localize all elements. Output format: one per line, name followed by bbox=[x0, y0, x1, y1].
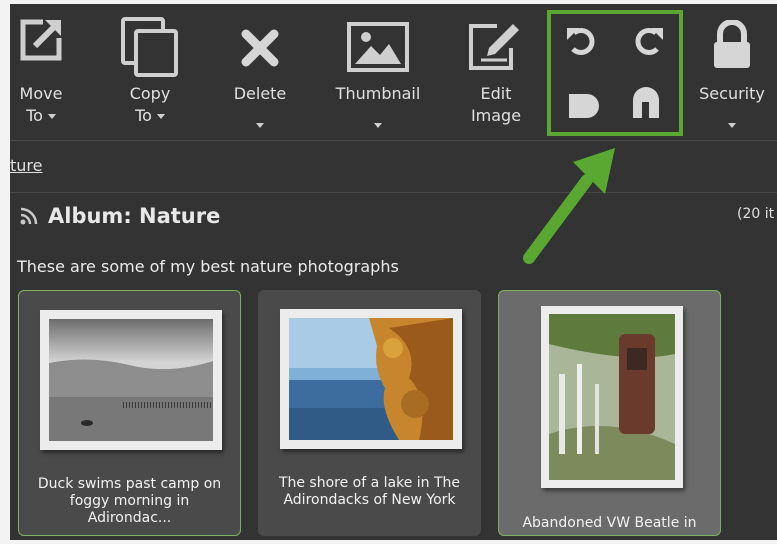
delete-label: Delete bbox=[233, 84, 287, 103]
rss-icon bbox=[20, 207, 38, 225]
rotate-flip-highlight bbox=[547, 10, 683, 136]
photo-thumbnail bbox=[49, 319, 213, 441]
edit-image-label-1: Edit bbox=[480, 84, 512, 103]
chevron-down-icon bbox=[156, 114, 165, 119]
image-icon bbox=[347, 22, 409, 76]
copy-to-label-2: To bbox=[135, 106, 152, 125]
photo-frame bbox=[40, 310, 222, 450]
delete-button[interactable]: Delete bbox=[220, 4, 300, 140]
chevron-down-icon bbox=[47, 114, 56, 119]
chevron-down-icon bbox=[374, 123, 382, 128]
copy-to-button[interactable]: Copy To bbox=[108, 4, 192, 140]
photo-thumbnail bbox=[289, 318, 453, 440]
edit-image-button[interactable]: Edit Image bbox=[456, 4, 536, 140]
album-title: Album: Nature bbox=[20, 204, 220, 228]
chevron-down-icon bbox=[256, 123, 264, 128]
toolbar: Move To Copy To Delete Thumbnail Edit Im… bbox=[10, 4, 777, 140]
photo-caption-line: foggy morning in bbox=[69, 493, 190, 509]
delete-x-icon bbox=[240, 28, 280, 72]
rotate-left-icon[interactable] bbox=[565, 24, 599, 62]
album-title-text: Album: Nature bbox=[48, 204, 221, 228]
move-to-button[interactable]: Move To bbox=[10, 4, 72, 140]
chevron-down-icon bbox=[728, 123, 736, 128]
move-to-label-1: Move bbox=[19, 84, 63, 103]
security-label: Security bbox=[699, 84, 765, 103]
album-description: These are some of my best nature photogr… bbox=[17, 257, 399, 276]
photo-card[interactable]: Duck swims past camp on foggy morning in… bbox=[18, 290, 241, 536]
edit-image-label-2: Image bbox=[470, 106, 522, 125]
photo-caption-line: Duck swims past camp on bbox=[37, 476, 222, 492]
photo-frame bbox=[280, 309, 462, 449]
photo-card[interactable]: The shore of a lake in The Adirondacks o… bbox=[258, 290, 481, 536]
divider bbox=[10, 140, 777, 141]
flip-vertical-icon[interactable] bbox=[631, 86, 661, 124]
security-button[interactable]: Security bbox=[690, 4, 774, 140]
photo-thumbnail bbox=[549, 314, 675, 480]
photo-frame bbox=[541, 306, 683, 488]
photo-caption-line: Adirondac... bbox=[87, 510, 172, 526]
photo-caption-line: Adirondacks of New York bbox=[283, 492, 456, 508]
edit-icon bbox=[467, 20, 525, 76]
annotation-arrow-icon bbox=[523, 148, 615, 264]
rotate-right-icon[interactable] bbox=[631, 24, 665, 62]
breadcrumb-link[interactable]: ture bbox=[10, 156, 42, 175]
lock-icon bbox=[711, 19, 753, 74]
item-count: (20 it bbox=[737, 206, 775, 222]
copy-icon bbox=[120, 16, 180, 82]
move-to-label-2: To bbox=[26, 106, 43, 125]
photo-card-selected[interactable]: Abandoned VW Beatle in bbox=[498, 290, 721, 536]
copy-to-label-1: Copy bbox=[129, 84, 171, 103]
album-window: Move To Copy To Delete Thumbnail Edit Im… bbox=[10, 4, 777, 540]
divider bbox=[10, 192, 777, 193]
thumbnail-label: Thumbnail bbox=[335, 84, 421, 103]
move-icon bbox=[17, 16, 65, 68]
thumbnail-button[interactable]: Thumbnail bbox=[326, 4, 430, 140]
photo-caption-line: The shore of a lake in The bbox=[278, 475, 461, 491]
flip-horizontal-icon[interactable] bbox=[567, 92, 603, 124]
photo-caption-line: Abandoned VW Beatle in bbox=[522, 515, 697, 531]
